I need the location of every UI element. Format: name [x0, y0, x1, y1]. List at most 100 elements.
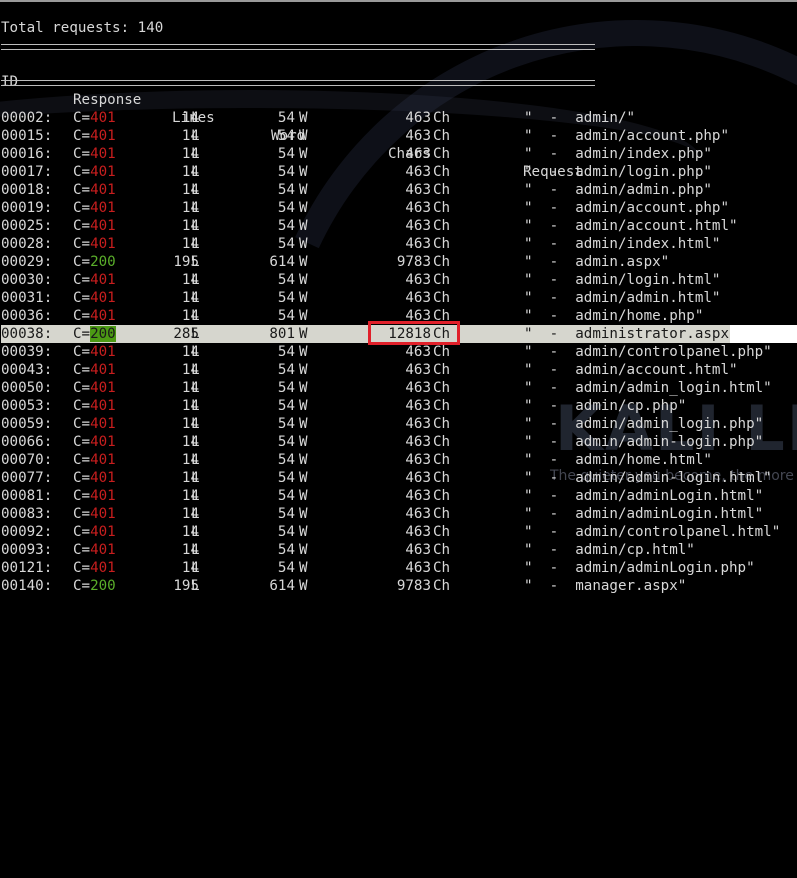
- row-response: C=401: [73, 235, 116, 253]
- row-request: " - admin/controlpanel.php": [524, 344, 772, 360]
- row-word: 54: [277, 344, 295, 360]
- row-id: 00017:: [1, 164, 53, 180]
- chars-unit: Ch: [433, 344, 451, 360]
- row-id: 00070:: [1, 452, 53, 468]
- row-chars: 463: [405, 434, 431, 450]
- row-id: 00030:: [1, 272, 53, 288]
- response-code: 401: [90, 524, 116, 540]
- word-unit: W: [299, 560, 308, 576]
- table-row: 00077: C=401 14 L 54 W 463 Ch " - admin/admin-lo…: [1, 469, 797, 487]
- response-prefix: C=: [73, 128, 91, 144]
- row-word: 54: [277, 452, 295, 468]
- response-prefix: C=: [73, 398, 91, 414]
- row-chars: 463: [405, 290, 431, 306]
- row-request: " - admin/admin-login.php": [524, 434, 764, 450]
- response-prefix: C=: [73, 290, 91, 306]
- row-request: " - admin/adminLogin.html": [524, 488, 764, 504]
- chars-unit: Ch: [433, 254, 451, 270]
- row-id: 00028:: [1, 236, 53, 252]
- table-row: 00039: C=401 14 L 54 W 463 Ch " - admin/controlp…: [1, 343, 797, 361]
- chars-unit: Ch: [433, 524, 451, 540]
- lines-unit: L: [191, 326, 200, 342]
- response-prefix: C=: [73, 326, 91, 342]
- word-unit: W: [299, 362, 308, 378]
- response-code: 401: [90, 434, 116, 450]
- row-word: 614: [269, 578, 295, 594]
- row-response: C=401: [73, 145, 116, 163]
- word-unit: W: [299, 128, 308, 144]
- row-response: C=401: [73, 361, 116, 379]
- table-row: 00083: C=401 14 L 54 W 463 Ch " - admin/adminLog…: [1, 505, 797, 523]
- table-row: 00019: C=401 14 L 54 W 463 Ch " - admin/account.…: [1, 199, 797, 217]
- row-chars: 463: [405, 344, 431, 360]
- row-chars: 9783: [396, 578, 431, 594]
- lines-unit: L: [191, 308, 200, 324]
- chars-unit: Ch: [433, 146, 451, 162]
- row-word: 54: [277, 308, 295, 324]
- row-id: 00083:: [1, 506, 53, 522]
- chars-unit: Ch: [433, 380, 451, 396]
- row-word: 54: [277, 560, 295, 576]
- response-code: 401: [90, 380, 116, 396]
- response-code: 401: [90, 164, 116, 180]
- table-row: 00053: C=401 14 L 54 W 463 Ch " - admin/cp.php": [1, 397, 797, 415]
- row-id: 00053:: [1, 398, 53, 414]
- row-id: 00038:: [1, 326, 53, 342]
- lines-unit: L: [191, 506, 200, 522]
- row-word: 54: [277, 542, 295, 558]
- response-code: 401: [90, 110, 116, 126]
- row-chars: 463: [405, 488, 431, 504]
- table-row: 00059: C=401 14 L 54 W 463 Ch " - admin/admin_lo…: [1, 415, 797, 433]
- row-id: 00025:: [1, 218, 53, 234]
- row-request: " - admin/admin-login.html": [524, 470, 772, 486]
- word-unit: W: [299, 308, 308, 324]
- response-prefix: C=: [73, 218, 91, 234]
- row-chars: 463: [405, 398, 431, 414]
- word-unit: W: [299, 272, 308, 288]
- response-code: 401: [90, 272, 116, 288]
- chars-unit: Ch: [433, 200, 451, 216]
- word-unit: W: [299, 398, 308, 414]
- word-unit: W: [299, 290, 308, 306]
- chars-unit: Ch: [433, 470, 451, 486]
- chars-unit: Ch: [433, 416, 451, 432]
- table-row: 00121: C=401 14 L 54 W 463 Ch " - admin/adminLog…: [1, 559, 797, 577]
- lines-unit: L: [191, 542, 200, 558]
- row-response: C=401: [73, 397, 116, 415]
- row-chars: 463: [405, 272, 431, 288]
- row-word: 54: [277, 182, 295, 198]
- lines-unit: L: [191, 380, 200, 396]
- lines-unit: L: [191, 254, 200, 270]
- row-id: 00092:: [1, 524, 53, 540]
- word-unit: W: [299, 434, 308, 450]
- lines-unit: L: [191, 146, 200, 162]
- row-response: C=401: [73, 163, 116, 181]
- row-id: 00093:: [1, 542, 53, 558]
- row-id: 00029:: [1, 254, 53, 270]
- row-chars: 463: [405, 362, 431, 378]
- table-row: 00018: C=401 14 L 54 W 463 Ch " - admin/admin.ph…: [1, 181, 797, 199]
- response-code: 401: [90, 470, 116, 486]
- row-id: 00002:: [1, 110, 53, 126]
- row-word: 54: [277, 470, 295, 486]
- row-request: " - admin/cp.html": [524, 542, 695, 558]
- response-prefix: C=: [73, 560, 91, 576]
- response-code: 200: [90, 326, 116, 342]
- row-request: " - admin/admin.php": [524, 182, 712, 198]
- lines-unit: L: [191, 218, 200, 234]
- chars-unit: Ch: [433, 488, 451, 504]
- row-request: " - admin/admin_login.php": [524, 416, 764, 432]
- row-response: C=200: [73, 253, 116, 271]
- table-row: 00029: C=200 195 L 614 W 9783 Ch " - admin.aspx": [1, 253, 797, 271]
- table-row: 00025: C=401 14 L 54 W 463 Ch " - admin/account.…: [1, 217, 797, 235]
- response-code: 401: [90, 200, 116, 216]
- row-response: C=401: [73, 505, 116, 523]
- table-row: 00092: C=401 14 L 54 W 463 Ch " - admin/controlp…: [1, 523, 797, 541]
- word-unit: W: [299, 236, 308, 252]
- word-unit: W: [299, 110, 308, 126]
- response-prefix: C=: [73, 200, 91, 216]
- response-prefix: C=: [73, 164, 91, 180]
- response-prefix: C=: [73, 380, 91, 396]
- row-response: C=401: [73, 109, 116, 127]
- row-chars: 463: [405, 200, 431, 216]
